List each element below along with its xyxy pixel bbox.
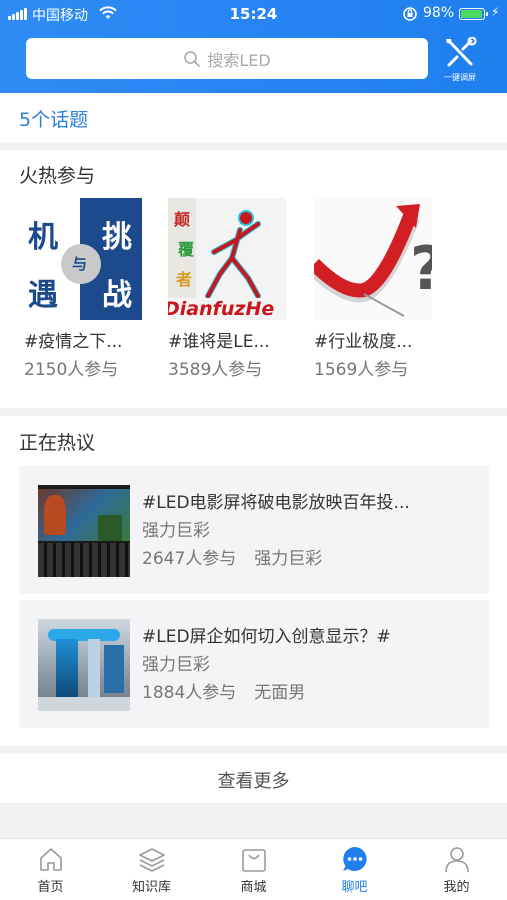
battery-percent: 98% <box>423 5 455 21</box>
hot-topic-thumbnail: ? <box>314 198 432 320</box>
one-click-adjust-button[interactable]: 一键调屏 <box>438 36 482 85</box>
thumb-char: 与 <box>72 255 88 273</box>
thumb-char: 挑 <box>102 220 132 255</box>
discussion-author: 强力巨彩 <box>142 655 210 675</box>
thumb-char: 覆 <box>178 240 195 259</box>
shopping-bag-icon <box>241 849 266 872</box>
trending-title: 正在热议 <box>19 432 96 454</box>
hot-topic-card[interactable]: 机 挑 与 遇 战 #疫情之下... 2150人参与 <box>24 198 148 380</box>
discussion-user: 无面男 <box>254 683 306 703</box>
discussion-count: 2647人参与 <box>142 549 237 569</box>
search-input[interactable]: 搜索LED <box>26 38 428 79</box>
hot-topic-title: #行业极度... <box>314 332 413 352</box>
topic-count: 5个话题 <box>19 109 89 131</box>
search-placeholder: 搜索LED <box>207 50 271 70</box>
hot-topic-count: 2150人参与 <box>24 360 119 380</box>
tools-icon <box>446 36 477 67</box>
thumb-char: ? <box>410 234 432 304</box>
app-screen: 中国移动 15:24 98% ⚡ 搜索LED 一键调屏 5个话题 火热参与 机 … <box>0 0 507 900</box>
status-bar: 中国移动 15:24 98% ⚡ <box>0 0 507 28</box>
hot-topic-count: 3589人参与 <box>168 360 263 380</box>
discussion-user: 强力巨彩 <box>254 549 323 569</box>
hot-topic-title: #疫情之下... <box>24 332 123 352</box>
tab-home[interactable]: 首页 <box>0 845 101 897</box>
discussion-title: #LED电影屏将破电影放映百年投... <box>142 493 410 513</box>
thumb-char: 战 <box>102 278 132 313</box>
tab-label: 首页 <box>37 880 64 895</box>
discussion-meta: 2647人参与 强力巨彩 <box>142 544 322 569</box>
tab-knowledge[interactable]: 知识库 <box>101 845 202 897</box>
header: 中国移动 15:24 98% ⚡ 搜索LED 一键调屏 <box>0 0 507 93</box>
trending-discussions-section: 正在热议 #LED电影屏将破电影放映百年投... 强力巨彩 2647人参与 强力巨… <box>0 416 507 746</box>
one-click-adjust-label: 一键调屏 <box>444 73 476 82</box>
hot-topic-card[interactable]: ? #行业极度... 1569人参与 <box>314 198 438 380</box>
hot-topics-title: 火热参与 <box>19 165 96 187</box>
discussion-title: #LED屏企如何切入创意显示？# <box>142 627 391 647</box>
tab-mall[interactable]: 商城 <box>203 845 304 897</box>
layers-icon <box>138 848 165 872</box>
hot-topic-count: 1569人参与 <box>314 360 409 380</box>
hot-topic-card[interactable]: 颠 覆 者 DianfuzHe #谁将是LE... 3589人参与 <box>168 198 292 380</box>
tab-label: 聊吧 <box>341 880 368 895</box>
thumb-char: 者 <box>176 270 193 289</box>
tab-label: 我的 <box>443 880 470 895</box>
thumb-char: 遇 <box>28 278 58 313</box>
view-more-button[interactable]: 查看更多 <box>0 754 507 803</box>
tab-label: 商城 <box>240 880 267 895</box>
view-more-label: 查看更多 <box>217 771 290 792</box>
thumb-char: 机 <box>28 220 58 255</box>
hot-topic-thumbnail: 颠 覆 者 DianfuzHe <box>168 198 286 320</box>
rotation-lock-icon <box>403 7 417 21</box>
hot-topic-title: #谁将是LE... <box>168 332 270 352</box>
thumb-text: DianfuzHe <box>168 298 275 320</box>
tab-bar: 首页 知识库 商城 聊吧 我的 <box>0 838 507 900</box>
discussion-author: 强力巨彩 <box>142 521 210 541</box>
battery-icon <box>459 8 488 20</box>
discussion-item[interactable]: #LED电影屏将破电影放映百年投... 强力巨彩 2647人参与 强力巨彩 <box>19 466 489 594</box>
chat-icon <box>342 847 367 871</box>
tab-chat[interactable]: 聊吧 <box>304 845 405 897</box>
thumb-char: 颠 <box>174 210 191 229</box>
discussion-count: 1884人参与 <box>142 683 237 703</box>
charging-icon: ⚡ <box>491 5 500 19</box>
discussion-meta: 1884人参与 无面男 <box>142 678 305 703</box>
search-icon <box>184 50 201 67</box>
discussion-thumbnail <box>38 485 130 577</box>
tab-label: 知识库 <box>131 880 171 895</box>
user-icon <box>444 847 469 873</box>
discussion-thumbnail <box>38 619 130 711</box>
home-icon <box>39 848 62 871</box>
tab-profile[interactable]: 我的 <box>406 845 507 897</box>
hot-topic-thumbnail: 机 挑 与 遇 战 <box>24 198 142 320</box>
discussion-item[interactable]: #LED屏企如何切入创意显示？# 强力巨彩 1884人参与 无面男 <box>19 600 489 728</box>
hot-topics-section: 火热参与 机 挑 与 遇 战 #疫情之下... 2150人参与 颠 覆 者 Di… <box>0 150 507 408</box>
topic-count-bar[interactable]: 5个话题 <box>0 93 507 142</box>
